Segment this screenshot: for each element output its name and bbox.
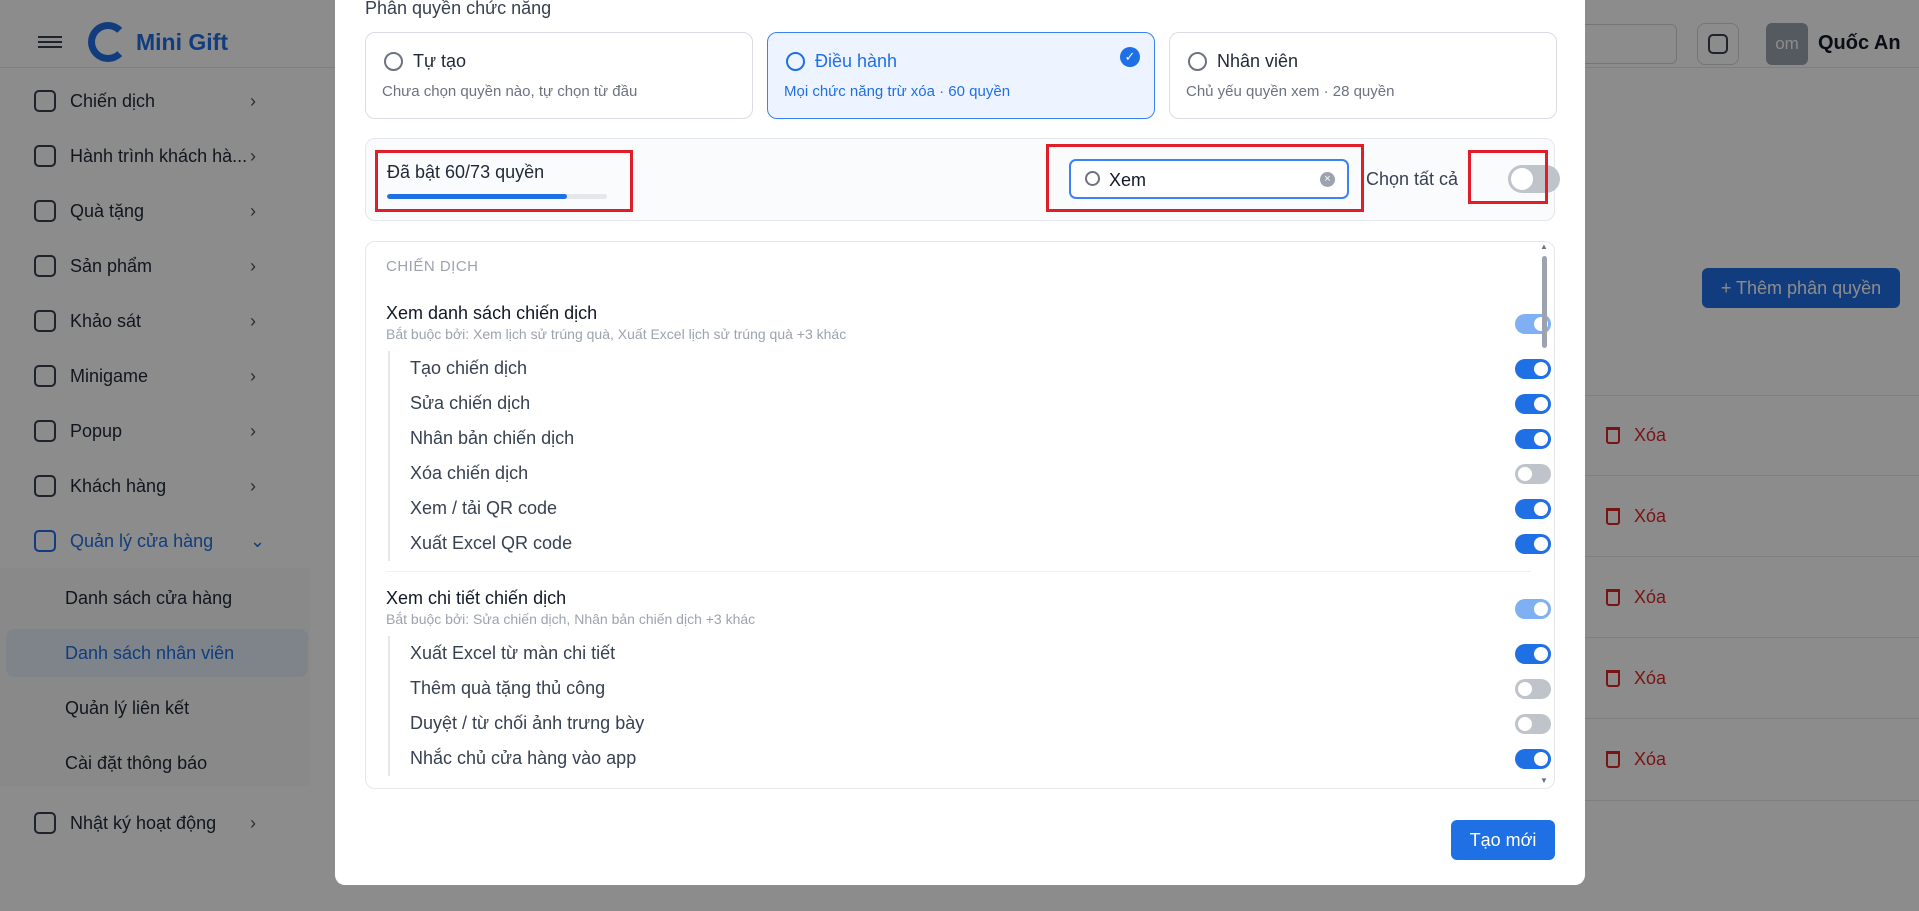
pencil-icon [384, 52, 403, 71]
permission-toggle[interactable] [1515, 714, 1551, 734]
permission-child: Nhân bản chiến dịch [388, 421, 574, 456]
permission-child: Xem / tải QR code [388, 491, 557, 526]
permission-child: Sửa chiến dịch [388, 386, 530, 421]
permission-toggle[interactable] [1515, 599, 1551, 619]
permission-toggle[interactable] [1515, 429, 1551, 449]
preset-custom[interactable]: Tự tạo Chưa chọn quyền nào, tự chọn từ đ… [365, 32, 753, 119]
permission-child: Thêm quà tặng thủ công [388, 671, 605, 706]
group-divider [386, 571, 1531, 572]
group-title: CHIẾN DỊCH [386, 258, 479, 275]
section-title: Phân quyền chức năng [365, 0, 552, 18]
permission-child: Tạo chiến dịch [388, 351, 527, 386]
scrollbar-thumb[interactable] [1542, 256, 1547, 348]
user-shield-icon [786, 52, 805, 71]
preset-title: Điều hành [815, 51, 898, 71]
permission-child: Xuất Excel từ màn chi tiết [388, 636, 615, 671]
preset-title: Tự tạo [413, 51, 467, 71]
preset-staff[interactable]: Nhân viên Chủ yếu quyền xem · 28 quyền [1169, 32, 1557, 119]
permission-list: CHIẾN DỊCH Xem danh sách chiến dịch Bắt … [365, 241, 1555, 789]
permission-toggle[interactable] [1515, 644, 1551, 664]
permission-toggle[interactable] [1515, 749, 1551, 769]
scroll-down-icon[interactable]: ▼ [1540, 776, 1548, 785]
permission-parent: Xem chi tiết chiến dịch [386, 588, 567, 608]
permission-toggle[interactable] [1515, 394, 1551, 414]
permission-toggle[interactable] [1515, 679, 1551, 699]
permission-modal: Phân quyền chức năng Tự tạo Chưa chọn qu… [335, 0, 1585, 885]
check-circle-icon: ✓ [1120, 47, 1140, 67]
required-by-note: Bắt buộc bởi: Sửa chiến dịch, Nhân bản c… [386, 611, 756, 627]
preset-desc: Mọi chức năng trừ xóa · 60 quyền [784, 83, 1011, 100]
permission-toggle[interactable] [1515, 534, 1551, 554]
permission-child: Xóa chiến dịch [388, 456, 528, 491]
highlight-box [375, 150, 633, 212]
permission-parent: Xem danh sách chiến dịch [386, 303, 598, 323]
users-icon [1188, 52, 1207, 71]
preset-desc: Chủ yếu quyền xem · 28 quyền [1186, 83, 1395, 100]
preset-desc: Chưa chọn quyền nào, tự chọn từ đầu [382, 83, 638, 100]
permission-toggle[interactable] [1515, 464, 1551, 484]
permission-child: Xuất Excel QR code [388, 526, 572, 561]
permission-toggle[interactable] [1515, 499, 1551, 519]
permission-child: Nhắc chủ cửa hàng vào app [388, 741, 636, 776]
create-button[interactable]: Tạo mới [1451, 820, 1555, 860]
highlight-box [1468, 150, 1548, 204]
preset-title: Nhân viên [1217, 51, 1299, 71]
select-all-label: Chọn tất cả [1366, 169, 1459, 189]
highlight-box [1046, 144, 1364, 212]
preset-operator[interactable]: Điều hành Mọi chức năng trừ xóa · 60 quy… [767, 32, 1155, 119]
permission-toggle[interactable] [1515, 359, 1551, 379]
required-by-note: Bắt buộc bởi: Xem lịch sử trúng quà, Xuấ… [386, 326, 847, 342]
permission-child: Duyệt / từ chối ảnh trưng bày [388, 706, 644, 741]
scroll-up-icon[interactable]: ▲ [1540, 242, 1548, 251]
